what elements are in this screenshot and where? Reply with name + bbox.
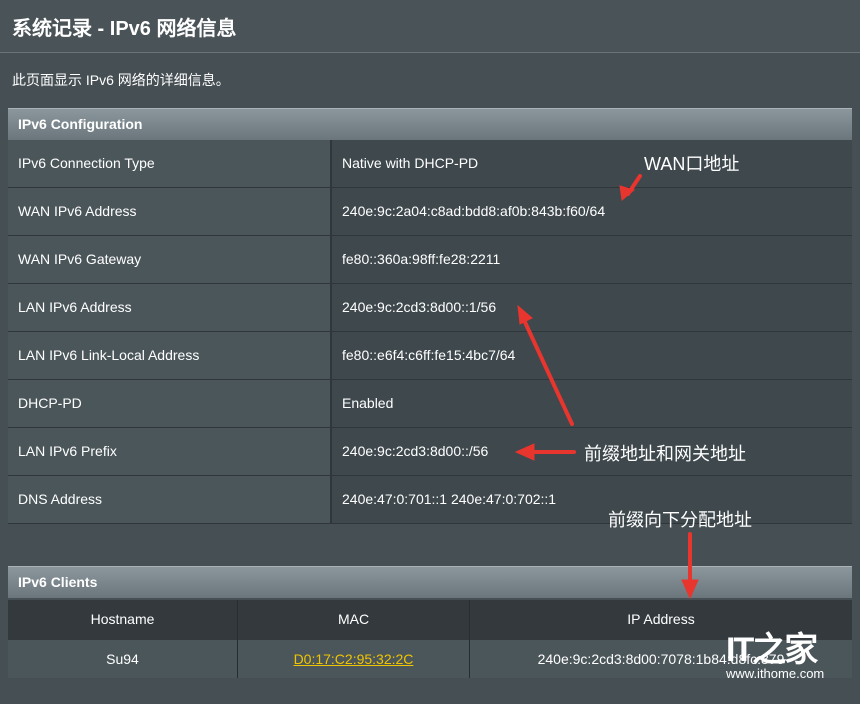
config-row: WAN IPv6 Gateway fe80::360a:98ff:fe28:22… bbox=[8, 236, 852, 284]
config-value: 240e:9c:2cd3:8d00::/56 bbox=[342, 443, 489, 459]
config-label-cell: IPv6 Connection Type bbox=[8, 140, 332, 187]
config-value-cell: Native with DHCP-PD bbox=[332, 140, 852, 187]
config-label: IPv6 Connection Type bbox=[18, 155, 155, 171]
config-label-cell: LAN IPv6 Link-Local Address bbox=[8, 332, 332, 379]
ithome-url: www.ithome.com bbox=[726, 666, 825, 681]
config-label: LAN IPv6 Prefix bbox=[18, 443, 117, 459]
client-mac-cell: D0:17:C2:95:32:2C bbox=[238, 640, 470, 678]
ipv6-configuration-title: IPv6 Configuration bbox=[18, 116, 143, 132]
config-label: WAN IPv6 Address bbox=[18, 203, 137, 219]
config-label-cell: DHCP-PD bbox=[8, 380, 332, 427]
config-value-cell: 240e:9c:2cd3:8d00::1/56 bbox=[332, 284, 852, 331]
config-label-cell: LAN IPv6 Address bbox=[8, 284, 332, 331]
config-label: LAN IPv6 Address bbox=[18, 299, 132, 315]
config-value-cell: 240e:9c:2a04:c8ad:bdd8:af0b:843b:f60/64 bbox=[332, 188, 852, 235]
config-label: DHCP-PD bbox=[18, 395, 82, 411]
ithome-watermark: IT之家 www.ithome.com bbox=[726, 622, 836, 688]
config-value: 240e:9c:2a04:c8ad:bdd8:af0b:843b:f60/64 bbox=[342, 203, 606, 219]
ipv6-clients-header: IPv6 Clients bbox=[8, 566, 852, 598]
config-label-cell: LAN IPv6 Prefix bbox=[8, 428, 332, 475]
config-row: WAN IPv6 Address 240e:9c:2a04:c8ad:bdd8:… bbox=[8, 188, 852, 236]
config-value-cell: Enabled bbox=[332, 380, 852, 427]
annotation-wan-address: WAN口地址 bbox=[644, 154, 740, 174]
config-label: DNS Address bbox=[18, 491, 103, 507]
client-mac-link[interactable]: D0:17:C2:95:32:2C bbox=[294, 651, 414, 667]
config-value: 240e:47:0:701::1 240e:47:0:702::1 bbox=[342, 491, 557, 507]
config-row: LAN IPv6 Link-Local Address fe80::e6f4:c… bbox=[8, 332, 852, 380]
config-label: LAN IPv6 Link-Local Address bbox=[18, 347, 200, 363]
config-label: WAN IPv6 Gateway bbox=[18, 251, 142, 267]
config-label-cell: DNS Address bbox=[8, 476, 332, 523]
config-value: Enabled bbox=[342, 395, 394, 411]
config-value-cell: fe80::360a:98ff:fe28:2211 bbox=[332, 236, 852, 283]
config-label-cell: WAN IPv6 Gateway bbox=[8, 236, 332, 283]
config-value: 240e:9c:2cd3:8d00::1/56 bbox=[342, 299, 497, 315]
config-value: Native with DHCP-PD bbox=[342, 155, 479, 171]
config-label-cell: WAN IPv6 Address bbox=[8, 188, 332, 235]
page-title: 系统记录 - IPv6 网络信息 bbox=[12, 18, 237, 40]
config-value-cell: 240e:47:0:701::1 240e:47:0:702::1 bbox=[332, 476, 852, 523]
ipv6-configuration-header: IPv6 Configuration bbox=[8, 108, 852, 140]
config-value: fe80::360a:98ff:fe28:2211 bbox=[342, 251, 501, 267]
annotation-prefix-gateway: 前缀地址和网关地址 bbox=[584, 444, 746, 464]
client-hostname: Su94 bbox=[8, 640, 238, 678]
ithome-logo: IT之家 bbox=[726, 631, 818, 669]
column-header-mac: MAC bbox=[238, 600, 470, 640]
annotation-prefix-delegation: 前缀向下分配地址 bbox=[608, 510, 752, 530]
page-title-bar: 系统记录 - IPv6 网络信息 bbox=[0, 0, 860, 53]
config-value: fe80::e6f4:c6ff:fe15:4bc7/64 bbox=[342, 347, 516, 363]
ipv6-clients-title: IPv6 Clients bbox=[18, 574, 98, 590]
config-row: DHCP-PD Enabled bbox=[8, 380, 852, 428]
config-value-cell: fe80::e6f4:c6ff:fe15:4bc7/64 bbox=[332, 332, 852, 379]
column-header-hostname: Hostname bbox=[8, 600, 238, 640]
page-description: 此页面显示 IPv6 网络的详细信息。 bbox=[12, 72, 230, 88]
config-row: LAN IPv6 Address 240e:9c:2cd3:8d00::1/56 bbox=[8, 284, 852, 332]
